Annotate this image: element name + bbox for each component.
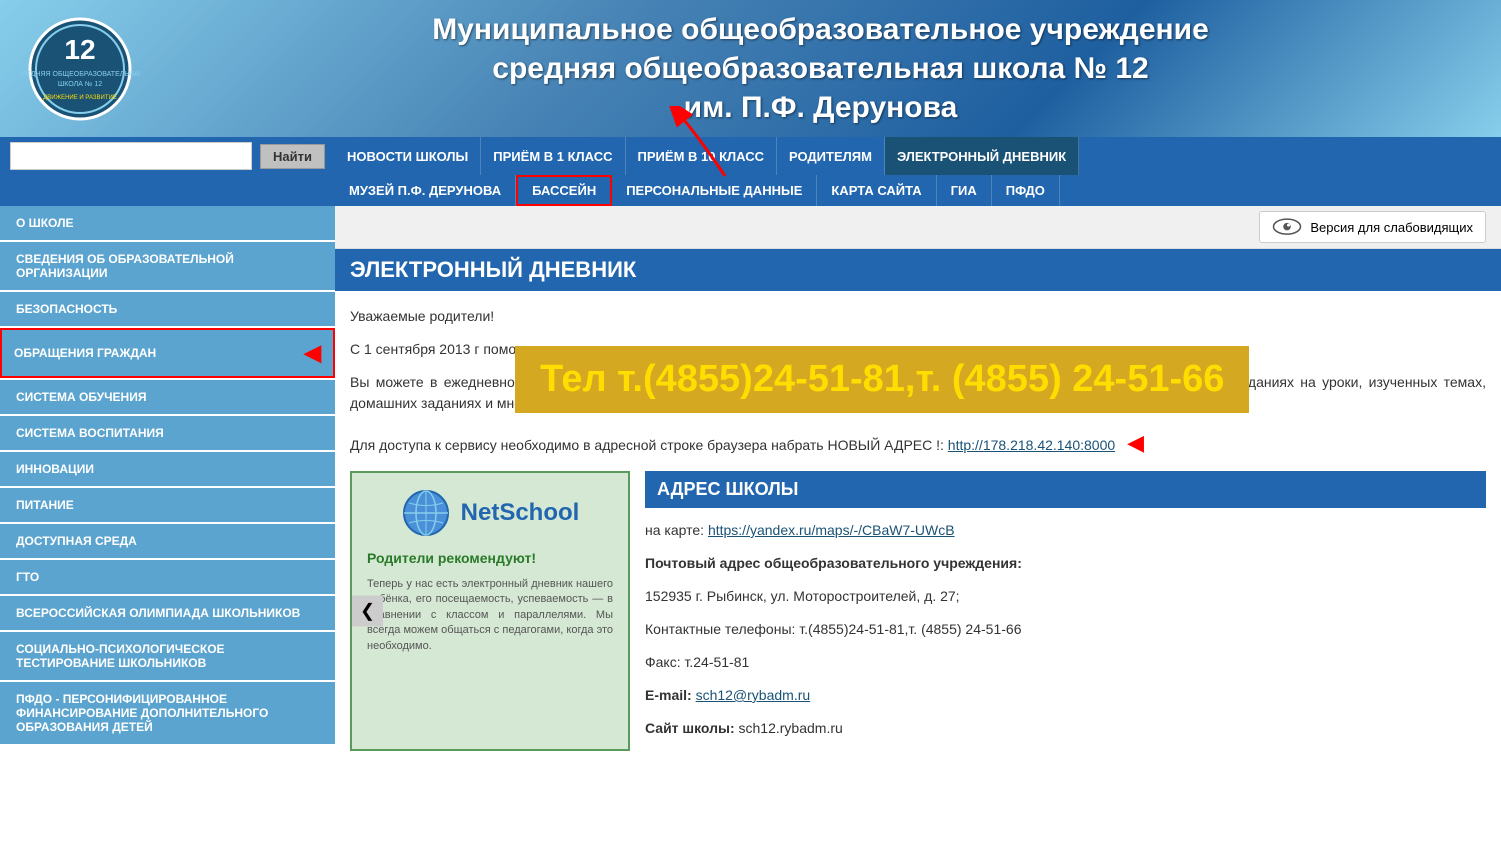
svg-text:12: 12 bbox=[64, 34, 95, 65]
svg-text:СРЕДНЯЯ ОБЩЕОБРАЗОВАТЕЛЬНАЯ: СРЕДНЯЯ ОБЩЕОБРАЗОВАТЕЛЬНАЯ bbox=[20, 71, 140, 78]
address-postal-label: Почтовый адрес общеобразовательного учре… bbox=[645, 553, 1486, 574]
search-area: Найти bbox=[0, 137, 335, 175]
address-box-header: АДРЕС ШКОЛЫ bbox=[645, 471, 1486, 508]
section-title: ЭЛЕКТРОННЫЙ ДНЕВНИК bbox=[335, 249, 1501, 291]
netschool-recommendation: Родители рекомендуют! bbox=[367, 548, 613, 569]
address-phones: Контактные телефоны: т.(4855)24-51-81,т.… bbox=[645, 619, 1486, 640]
address-fax: Факс: т.24-51-81 bbox=[645, 652, 1486, 673]
sidebar-item-pfdo[interactable]: ПФДО - ПЕРСОНИФИЦИРОВАННОЕ ФИНАНСИРОВАНИ… bbox=[0, 682, 335, 744]
sidebar-item-safety[interactable]: БЕЗОПАСНОСТЬ bbox=[0, 292, 335, 326]
sidebar-item-nutrition[interactable]: ПИТАНИЕ bbox=[0, 488, 335, 522]
map-prefix: на карте: bbox=[645, 522, 708, 538]
access-text-prefix: Для доступа к сервису необходимо в адрес… bbox=[350, 437, 948, 453]
eye-icon bbox=[1272, 217, 1302, 237]
site-prefix: Сайт школы: bbox=[645, 720, 739, 736]
school-logo: 12 СРЕДНЯЯ ОБЩЕОБРАЗОВАТЕЛЬНАЯ ШКОЛА № 1… bbox=[20, 14, 140, 124]
sidebar-item-education[interactable]: СИСТЕМА ВОСПИТАНИЯ bbox=[0, 416, 335, 450]
nav-personal-data[interactable]: ПЕРСОНАЛЬНЫЕ ДАННЫЕ bbox=[612, 175, 817, 206]
netschool-review-text: Теперь у нас есть электронный дневник на… bbox=[367, 577, 613, 654]
sidebar-item-accessible[interactable]: ДОСТУПНАЯ СРЕДА bbox=[0, 524, 335, 558]
address-link[interactable]: http://178.218.42.140:8000 bbox=[948, 437, 1115, 453]
header-title: Муниципальное общеобразовательное учрежд… bbox=[160, 10, 1481, 127]
sidebar-item-psychology[interactable]: СОЦИАЛЬНО-ПСИХОЛОГИЧЕСКОЕ ТЕСТИРОВАНИЕ Ш… bbox=[0, 632, 335, 680]
nav-enrollment1[interactable]: ПРИЁМ В 1 КЛАСС bbox=[481, 137, 625, 175]
nav-pfdo[interactable]: ПФДО bbox=[992, 175, 1060, 206]
netschool-logo: NetSchool bbox=[461, 499, 580, 527]
title-line2: средняя общеобразовательная школа № 12 bbox=[492, 52, 1148, 85]
email-link[interactable]: sch12@rybadm.ru bbox=[696, 687, 811, 703]
site-value: sch12.rybadm.ru bbox=[739, 720, 843, 736]
nav-parents[interactable]: РОДИТЕЛЯМ bbox=[777, 137, 885, 175]
arrow-left-icon: ◀ bbox=[304, 340, 321, 366]
email-prefix: E-mail: bbox=[645, 687, 696, 703]
carousel-prev-button[interactable]: ❮ bbox=[352, 596, 383, 627]
sidebar: О ШКОЛЕ СВЕДЕНИЯ ОБ ОБРАЗОВАТЕЛЬНОЙ ОРГА… bbox=[0, 206, 335, 766]
netschool-area: ❮ NetSchool Родители рекомендуют! bbox=[350, 471, 630, 751]
title-line3: им. П.Ф. Дерунова bbox=[684, 91, 958, 124]
content-body: Тел т.(4855)24-51-81,т. (4855) 24-51-66 … bbox=[335, 291, 1501, 766]
accessibility-button[interactable]: Версия для слабовидящих bbox=[1259, 211, 1486, 243]
search-button[interactable]: Найти bbox=[260, 144, 325, 169]
address-box: АДРЕС ШКОЛЫ на карте: https://yandex.ru/… bbox=[645, 471, 1486, 751]
main-layout: О ШКОЛЕ СВЕДЕНИЯ ОБ ОБРАЗОВАТЕЛЬНОЙ ОРГА… bbox=[0, 206, 1501, 766]
navbar: Найти НОВОСТИ ШКОЛЫ ПРИЁМ В 1 КЛАСС ПРИЁ… bbox=[0, 137, 1501, 206]
address-street: 152935 г. Рыбинск, ул. Моторостроителей,… bbox=[645, 586, 1486, 607]
nav-ediary[interactable]: ЭЛЕКТРОННЫЙ ДНЕВНИК bbox=[885, 137, 1079, 175]
nav-row-2: МУЗЕЙ П.Ф. ДЕРУНОВА БАССЕЙН ПЕРСОНАЛЬНЫЕ… bbox=[0, 175, 1501, 206]
sidebar-item-olympiad[interactable]: ВСЕРОССИЙСКАЯ ОЛИМПИАДА ШКОЛЬНИКОВ bbox=[0, 596, 335, 630]
address-site: Сайт школы: sch12.rybadm.ru bbox=[645, 718, 1486, 739]
address-email: E-mail: sch12@rybadm.ru bbox=[645, 685, 1486, 706]
sidebar-item-info[interactable]: СВЕДЕНИЯ ОБ ОБРАЗОВАТЕЛЬНОЙ ОРГАНИЗАЦИИ bbox=[0, 242, 335, 290]
sidebar-item-innovation[interactable]: ИННОВАЦИИ bbox=[0, 452, 335, 486]
lower-section: ❮ NetSchool Родители рекомендуют! bbox=[350, 471, 1486, 751]
nav-pool[interactable]: БАССЕЙН bbox=[516, 175, 612, 206]
phone-overlay: Тел т.(4855)24-51-81,т. (4855) 24-51-66 bbox=[515, 346, 1249, 413]
nav-links-row1: НОВОСТИ ШКОЛЫ ПРИЁМ В 1 КЛАСС ПРИЁМ В 10… bbox=[335, 137, 1501, 175]
address-map: на карте: https://yandex.ru/maps/-/CBaW7… bbox=[645, 520, 1486, 541]
para-access: Для доступа к сервису необходимо в адрес… bbox=[350, 426, 1486, 459]
nav-row-1: Найти НОВОСТИ ШКОЛЫ ПРИЁМ В 1 КЛАСС ПРИЁ… bbox=[0, 137, 1501, 175]
content-area: Версия для слабовидящих ЭЛЕКТРОННЫЙ ДНЕВ… bbox=[335, 206, 1501, 766]
nav-gia[interactable]: ГИА bbox=[937, 175, 992, 206]
para-greeting: Уважаемые родители! bbox=[350, 306, 1486, 327]
page-header: 12 СРЕДНЯЯ ОБЩЕОБРАЗОВАТЕЛЬНАЯ ШКОЛА № 1… bbox=[0, 0, 1501, 137]
sidebar-item-gto[interactable]: ГТО bbox=[0, 560, 335, 594]
svg-text:ДВИЖЕНИЕ И РАЗВИТИЕ: ДВИЖЕНИЕ И РАЗВИТИЕ bbox=[43, 95, 117, 101]
nav-sitemap[interactable]: КАРТА САЙТА bbox=[817, 175, 936, 206]
map-link[interactable]: https://yandex.ru/maps/-/CBaW7-UWcB bbox=[708, 522, 955, 538]
sidebar-item-about[interactable]: О ШКОЛЕ bbox=[0, 206, 335, 240]
sidebar-item-complaints[interactable]: ОБРАЩЕНИЯ ГРАЖДАН ◀ bbox=[0, 328, 335, 378]
nav-news[interactable]: НОВОСТИ ШКОЛЫ bbox=[335, 137, 481, 175]
sidebar-complaints-label: ОБРАЩЕНИЯ ГРАЖДАН bbox=[14, 346, 156, 360]
accessibility-bar: Версия для слабовидящих bbox=[335, 206, 1501, 249]
nav-museum[interactable]: МУЗЕЙ П.Ф. ДЕРУНОВА bbox=[335, 175, 516, 206]
title-line1: Муниципальное общеобразовательное учрежд… bbox=[432, 13, 1209, 46]
nav-enrollment10[interactable]: ПРИЁМ В 10 КЛАСС bbox=[626, 137, 777, 175]
arrow-right-icon: ◀ bbox=[1127, 430, 1144, 455]
search-input[interactable] bbox=[10, 142, 252, 170]
netschool-globe-icon bbox=[401, 488, 451, 538]
accessibility-label: Версия для слабовидящих bbox=[1310, 220, 1473, 235]
sidebar-item-study[interactable]: СИСТЕМА ОБУЧЕНИЯ bbox=[0, 380, 335, 414]
svg-text:ШКОЛА № 12: ШКОЛА № 12 bbox=[58, 81, 102, 88]
